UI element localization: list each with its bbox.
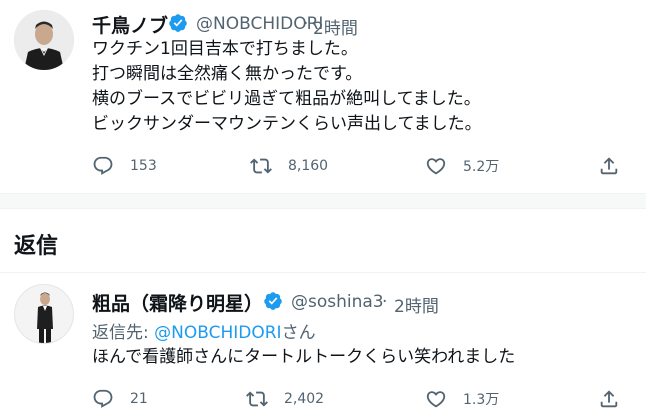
share-icon — [600, 157, 618, 175]
reply-count: 21 — [130, 391, 148, 407]
tweet-text-line: ビックサンダーマウンテンくらい声出してました。 — [92, 114, 482, 134]
tweet-actions: 153 8,160 5.2万 — [0, 151, 646, 181]
heart-icon — [426, 158, 446, 175]
reply-button[interactable]: 21 — [92, 384, 148, 414]
tweet-text-line: 横のブースでビビリ過ぎて粗品が絶叫してました。 — [92, 89, 481, 109]
replying-to-suffix: さん — [281, 323, 316, 343]
like-count: 5.2万 — [463, 159, 500, 175]
verified-badge-icon — [169, 14, 187, 32]
reply-author-handle[interactable]: @soshina3 — [291, 292, 384, 312]
replies-section-header — [0, 210, 646, 273]
reply-author-name[interactable]: 粗品（霜降り明星） — [92, 289, 263, 316]
retweet-icon — [250, 158, 272, 174]
like-count: 1.3万 — [463, 392, 500, 408]
person-photo-icon — [14, 10, 74, 70]
reply-icon — [93, 389, 113, 408]
share-button[interactable] — [598, 151, 620, 181]
replying-to-prefix: 返信先: — [92, 323, 155, 343]
reply-tweet[interactable]: 粗品（霜降り明星） @soshina3 · 2時間 返信先: @NOBCHIDO… — [0, 272, 646, 420]
like-button[interactable]: 1.3万 — [425, 384, 499, 414]
share-button[interactable] — [598, 384, 620, 414]
retweet-icon — [246, 391, 268, 407]
main-tweet[interactable]: 千鳥ノブ @NOBCHIDORI · 2時間 ワクチン1回目吉本で打ちました。 … — [0, 0, 646, 193]
replying-to-mention[interactable]: @NOBCHIDORI — [154, 323, 281, 343]
author-avatar[interactable] — [14, 10, 74, 70]
replies-heading: 返信 — [14, 234, 59, 259]
retweet-button[interactable]: 8,160 — [250, 151, 328, 181]
retweet-count: 8,160 — [288, 158, 329, 174]
reply-tweet-actions: 21 2,402 1.3万 — [0, 384, 646, 414]
reply-count: 153 — [130, 158, 157, 174]
share-icon — [600, 390, 618, 408]
author-name[interactable]: 千鳥ノブ — [92, 11, 168, 38]
tweet-text: ワクチン1回目吉本で打ちました。 打つ瞬間は全然痛く無かったです。 横のブースで… — [92, 37, 482, 137]
reply-timestamp[interactable]: 2時間 — [394, 292, 439, 317]
reply-tweet-text: ほんで看護師さんにタートルトークくらい笑われました — [92, 347, 516, 367]
reply-icon — [93, 156, 113, 175]
reply-author-avatar[interactable] — [14, 284, 74, 344]
retweet-count: 2,402 — [284, 391, 325, 407]
like-button[interactable]: 5.2万 — [425, 151, 499, 181]
reply-button[interactable]: 153 — [92, 151, 157, 181]
meta-separator: · — [382, 292, 388, 312]
heart-icon — [426, 391, 446, 408]
tweet-text-line: ワクチン1回目吉本で打ちました。 — [92, 39, 358, 59]
retweet-button[interactable]: 2,402 — [246, 384, 324, 414]
tweet-text-line: 打つ瞬間は全然痛く無かったです。 — [92, 64, 363, 84]
replying-to: 返信先: @NOBCHIDORIさん — [92, 318, 316, 343]
verified-badge-icon — [264, 292, 282, 310]
tweet-timestamp[interactable]: 2時間 — [313, 14, 358, 39]
section-divider — [0, 193, 646, 209]
person-photo-icon — [15, 285, 73, 343]
meta-separator: · — [303, 14, 309, 34]
